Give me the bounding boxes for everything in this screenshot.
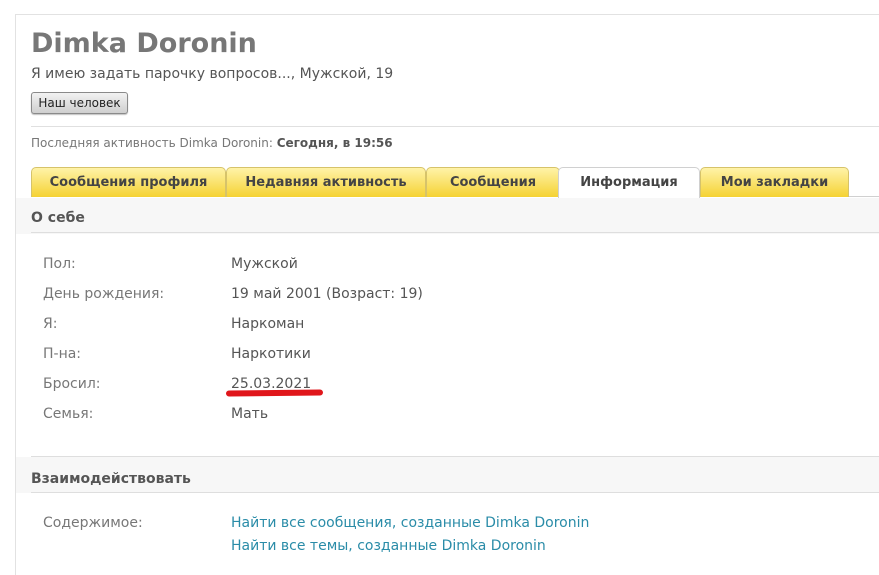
field-label-quit: Бросил:	[43, 376, 101, 392]
interact-section-title: Взаимодействовать	[31, 471, 191, 487]
profile-username[interactable]: Dimka Doronin	[31, 28, 257, 59]
field-value-gender: Мужской	[231, 256, 298, 272]
tab-posts[interactable]: Сообщения	[426, 167, 560, 197]
profile-blurb: Я имею задать парочку вопросов..., Мужск…	[31, 66, 394, 82]
about-divider	[31, 232, 879, 233]
field-label-birthday: День рождения:	[43, 286, 165, 302]
field-label-content: Содержимое:	[43, 515, 143, 531]
field-value-me: Наркоман	[231, 316, 305, 332]
field-value-birthday: 19 май 2001 (Возраст: 19)	[231, 286, 423, 302]
about-header-bg	[16, 198, 879, 234]
profile-tabs: Сообщения профиля Недавняя активность Со…	[31, 167, 879, 198]
red-underline-annotation	[225, 389, 324, 397]
field-label-family: Семья:	[43, 406, 94, 422]
last-activity-label: Последняя активность Dimka Doronin:	[31, 136, 273, 150]
user-title-button[interactable]: Наш человек	[31, 92, 128, 114]
last-activity-value: Сегодня, в 19:56	[276, 136, 393, 150]
interact-divider	[31, 492, 879, 493]
link-find-all-threads[interactable]: Найти все темы, созданные Dimka Doronin	[231, 538, 546, 554]
tab-profile-posts[interactable]: Сообщения профиля	[31, 167, 226, 197]
field-label-gender: Пол:	[43, 256, 76, 272]
field-label-pna: П-на:	[43, 346, 82, 362]
header-divider	[31, 126, 879, 127]
tab-information[interactable]: Информация	[558, 167, 700, 198]
tab-bookmarks[interactable]: Мои закладки	[700, 167, 849, 197]
link-find-all-posts[interactable]: Найти все сообщения, созданные Dimka Dor…	[231, 515, 589, 531]
last-activity: Последняя активность Dimka Doronin: Сего…	[31, 136, 393, 150]
field-value-pna: Наркотики	[231, 346, 311, 362]
tab-recent-activity[interactable]: Недавняя активность	[226, 167, 426, 197]
field-label-me: Я:	[43, 316, 58, 332]
field-value-family: Мать	[231, 406, 269, 422]
about-section-title: О себе	[31, 210, 85, 226]
